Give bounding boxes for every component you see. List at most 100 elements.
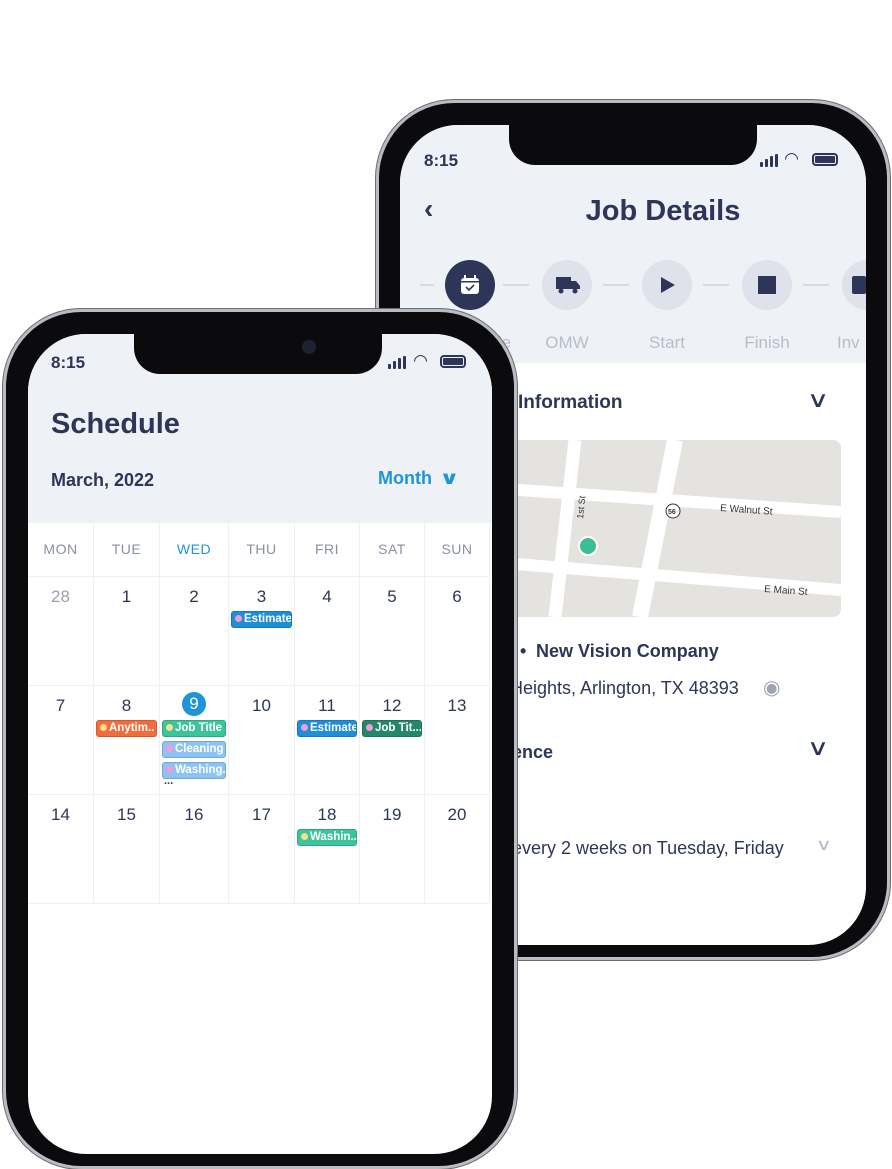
weekday-header: TUE: [94, 523, 160, 577]
signal-icon: [760, 154, 778, 167]
route-badge: 56: [668, 509, 676, 516]
day-number: 14: [51, 805, 70, 824]
day-number: 28: [51, 587, 70, 606]
address: Heights, Arlington, TX 48393: [510, 678, 739, 698]
front-phone-frame: 8:15 ◠ Schedule March, 2022 Month ∨ MON T…: [3, 309, 517, 1169]
calendar-day[interactable]: 3 Estimate: [229, 577, 295, 686]
map-pin-icon[interactable]: ◉: [763, 675, 780, 700]
calendar-day[interactable]: 12 Job Tit...: [360, 686, 425, 795]
recurrence-title: ence: [512, 742, 554, 762]
event-label: Washing..: [175, 764, 226, 776]
weekday-header: SAT: [360, 523, 425, 577]
calendar-day[interactable]: 16: [160, 795, 229, 904]
calendar-day[interactable]: 5: [360, 577, 425, 686]
day-number: 15: [117, 805, 136, 824]
calendar-day[interactable]: 1: [94, 577, 160, 686]
event-chip[interactable]: Anytim..: [96, 720, 157, 737]
page-title: Job Details: [585, 195, 741, 227]
step-schedule[interactable]: [445, 260, 495, 310]
calendar-day[interactable]: 17: [229, 795, 295, 904]
day-number: 16: [184, 805, 204, 824]
day-number: 20: [447, 805, 467, 824]
event-dot-icon: [301, 724, 308, 731]
recurrence-value[interactable]: every 2 weeks on Tuesday, Friday: [512, 838, 784, 859]
calendar-day[interactable]: 6: [425, 577, 490, 686]
step-label-start: Start: [649, 333, 685, 352]
wifi-icon: ◠: [414, 351, 428, 370]
day-number: 8: [121, 696, 132, 715]
step-finish[interactable]: [742, 260, 792, 310]
chevron-down-icon[interactable]: ∨: [807, 387, 830, 413]
event-chip[interactable]: Cleaning: [162, 741, 226, 758]
more-events-button[interactable]: ...: [164, 776, 173, 787]
weekday-label: MON: [43, 541, 78, 557]
event-chip[interactable]: Job Title: [162, 720, 226, 737]
event-label: Washin..: [310, 831, 357, 843]
day-number: 11: [318, 696, 336, 715]
event-chip[interactable]: Estimate: [297, 720, 357, 737]
calendar-day[interactable]: 15: [94, 795, 160, 904]
day-number: 5: [387, 587, 397, 606]
calendar-day[interactable]: 18 Washin..: [295, 795, 360, 904]
calendar-day[interactable]: 7: [28, 686, 94, 795]
step-label-finish: Finish: [744, 333, 790, 352]
bullet: •: [520, 641, 527, 661]
calendar-day[interactable]: 19: [360, 795, 425, 904]
weekday-label: THU: [246, 541, 277, 557]
calendar-day[interactable]: 2: [160, 577, 229, 686]
weekday-label: SAT: [378, 541, 406, 557]
day-number: 18: [317, 805, 337, 824]
day-number: 13: [447, 696, 467, 715]
event-dot-icon: [166, 724, 173, 731]
job-information-title: Information: [518, 392, 623, 413]
calendar-day[interactable]: 14: [28, 795, 94, 904]
event-dot-icon: [366, 724, 373, 731]
event-label: Job Title: [175, 722, 223, 734]
view-selector[interactable]: Month ∨: [378, 468, 460, 489]
month-label: March, 2022: [51, 470, 155, 490]
day-number: 19: [382, 805, 402, 824]
map[interactable]: 1st St E Walnut St E Main St 56: [490, 440, 841, 617]
weekday-header: SUN: [425, 523, 490, 577]
chevron-down-icon: ∨: [439, 468, 460, 488]
calendar-check-icon: [461, 275, 479, 294]
day-number: 3: [256, 587, 267, 606]
calendar-day[interactable]: 10: [229, 686, 295, 795]
day-number: 4: [322, 587, 332, 606]
event-label: Estimate: [310, 722, 357, 734]
calendar-day[interactable]: 13: [425, 686, 490, 795]
day-number: 2: [189, 587, 199, 606]
status-time: 8:15: [424, 151, 459, 170]
step-label-invoice: Inv: [837, 333, 860, 352]
location-pin: [578, 536, 598, 556]
day-number: 10: [252, 696, 271, 715]
calendar-day[interactable]: 20: [425, 795, 490, 904]
day-number: 12: [382, 696, 402, 715]
calendar-day[interactable]: 8 Anytim..: [94, 686, 160, 795]
step-omw[interactable]: [542, 260, 592, 310]
calendar-day[interactable]: 9 Job Title Cleaning Washing.....: [160, 686, 229, 795]
event-chip[interactable]: Washin..: [297, 829, 357, 846]
chevron-down-icon[interactable]: ∨: [807, 735, 830, 761]
weekday-header: FRI: [295, 523, 360, 577]
calendar-day[interactable]: 11 Estimate: [295, 686, 360, 795]
event-label: Anytim..: [109, 722, 155, 734]
notch: [134, 332, 382, 374]
event-chip[interactable]: Job Tit...: [362, 720, 422, 737]
day-number: 1: [121, 587, 132, 606]
camera: [302, 340, 316, 354]
calendar-day[interactable]: 28: [28, 577, 94, 686]
invoice-icon: [852, 276, 866, 294]
weekday-label: FRI: [314, 541, 340, 557]
event-label: Cleaning: [175, 743, 224, 755]
event-label: Job Tit...: [375, 722, 422, 734]
day-number: 9: [182, 692, 206, 716]
calendar-day[interactable]: 4: [295, 577, 360, 686]
event-dot-icon: [235, 615, 242, 622]
step-start[interactable]: [642, 260, 692, 310]
chevron-down-icon[interactable]: ∨: [816, 835, 832, 855]
event-chip[interactable]: Estimate: [231, 611, 292, 628]
weekday-header: WED: [160, 523, 229, 577]
play-icon: [661, 277, 675, 293]
weekday-header: MON: [28, 523, 94, 577]
